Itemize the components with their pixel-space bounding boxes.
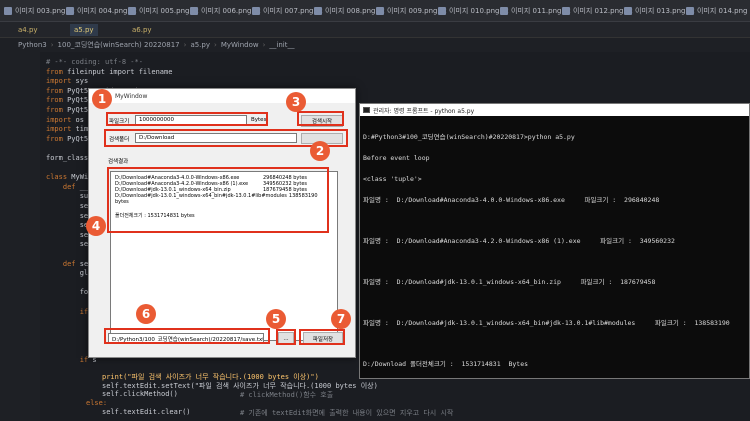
- line-gutter: [0, 52, 40, 421]
- annotation-box-save: [299, 329, 345, 345]
- console-output[interactable]: D:#Python3#100_코딩연습(winSearch)#20220817>…: [363, 120, 746, 375]
- badge-4: 4: [86, 216, 106, 236]
- badge-5: 5: [266, 309, 286, 329]
- breadcrumb-item[interactable]: MyWindow: [221, 41, 259, 49]
- console-line: <class 'tuple'>: [363, 175, 422, 183]
- badge-3: 3: [286, 92, 306, 112]
- image-file-icon: [128, 7, 136, 15]
- code-line: else:: [86, 399, 108, 407]
- image-tab[interactable]: 이미지 008.png×: [314, 3, 385, 19]
- image-tab[interactable]: 이미지 006.png×: [190, 3, 261, 19]
- tab-a5[interactable]: a5.py: [70, 24, 98, 36]
- code-line: import sys: [46, 77, 89, 86]
- code-comment: # 기존에 textEdit화면에 출력한 내용이 있으면 지우고 다시 시작: [240, 409, 454, 417]
- image-file-icon: [4, 7, 12, 15]
- console-file-row: 파일명 : D:/Download#Anaconda3-4.2.0-Window…: [363, 237, 675, 245]
- image-file-icon: [500, 7, 508, 15]
- dialog-title: MyWindow: [115, 92, 148, 100]
- image-tab[interactable]: 이미지 003.png×: [4, 3, 75, 19]
- image-tab-label: 이미지 011.png: [511, 7, 562, 15]
- image-tab-label: 이미지 007.png: [263, 7, 314, 15]
- image-tab[interactable]: 이미지 011.png×: [500, 3, 571, 19]
- image-tab-label: 이미지 010.png: [449, 7, 500, 15]
- image-tab-label: 이미지 008.png: [325, 7, 376, 15]
- code-line: self.clickMethod(): [102, 390, 178, 398]
- image-file-icon: [624, 7, 632, 15]
- console-icon: [363, 107, 370, 113]
- image-file-icon: [252, 7, 260, 15]
- code-comment: # clickMethod()함수 호출: [240, 391, 334, 399]
- image-tab-label: 이미지 006.png: [201, 7, 252, 15]
- tab-a6[interactable]: a6.py: [128, 24, 156, 36]
- console-title-bar[interactable]: 관리자: 명령 프롬프트 - python a5.py: [360, 104, 749, 116]
- breadcrumb-item[interactable]: Python3: [18, 41, 47, 49]
- image-tab-label: 이미지 014.png: [697, 7, 748, 15]
- image-file-icon: [66, 7, 74, 15]
- console-total-line: D:/Download 폴더전체크기 : 1531714831 Bytes: [363, 360, 529, 368]
- image-tab[interactable]: 이미지 010.png×: [438, 3, 509, 19]
- image-tab[interactable]: 이미지 013.png×: [624, 3, 695, 19]
- breadcrumb-item[interactable]: 100_코딩연습(winSearch) 20220817: [58, 40, 180, 50]
- tab-label: a4.py: [18, 26, 38, 34]
- tab-a4[interactable]: a4.py: [14, 24, 42, 36]
- tab-label: a6.py: [132, 26, 152, 34]
- image-tab-label: 이미지 012.png: [573, 7, 624, 15]
- annotation-box-browse: [276, 329, 296, 345]
- annotation-box-size: [106, 112, 268, 126]
- breadcrumb-item[interactable]: a5.py: [190, 41, 210, 49]
- image-tab[interactable]: 이미지 014.png×: [686, 3, 750, 19]
- image-tab[interactable]: 이미지 004.png×: [66, 3, 137, 19]
- result-label: 검색결과: [108, 159, 129, 165]
- code-line: from PyQt5.: [46, 96, 93, 105]
- annotation-box-result: [107, 167, 329, 233]
- image-file-icon: [438, 7, 446, 15]
- console-line: D:#Python3#100_코딩연습(winSearch)#20220817>…: [363, 133, 575, 141]
- badge-6: 6: [136, 304, 156, 324]
- image-tab-label: 이미지 003.png: [15, 7, 66, 15]
- image-tab-label: 이미지 005.png: [139, 7, 190, 15]
- code-line: # -*- coding: utf-8 -*-: [46, 58, 143, 66]
- annotation-box-savepath: [104, 328, 270, 344]
- image-tab[interactable]: 이미지 012.png×: [562, 3, 633, 19]
- dialog-title-bar[interactable]: MyWindow: [89, 89, 355, 103]
- badge-2: 2: [310, 141, 330, 161]
- image-tab[interactable]: 이미지 007.png×: [252, 3, 323, 19]
- breadcrumb-item[interactable]: __init__: [269, 41, 294, 49]
- image-tab-bar: 이미지 003.png×이미지 004.png×이미지 005.png×이미지 …: [0, 0, 750, 22]
- code-line: self.textEdit.clear(): [102, 408, 191, 416]
- image-file-icon: [314, 7, 322, 15]
- annotation-box-search: [297, 111, 344, 126]
- image-tab[interactable]: 이미지 005.png×: [128, 3, 199, 19]
- image-file-icon: [686, 7, 694, 15]
- breadcrumb: Python3 › 100_코딩연습(winSearch) 20220817 › a…: [0, 38, 750, 52]
- image-file-icon: [562, 7, 570, 15]
- image-tab-label: 이미지 013.png: [635, 7, 686, 15]
- image-file-icon: [376, 7, 384, 15]
- tab-label: a5.py: [74, 26, 94, 34]
- image-tab-label: 이미지 009.png: [387, 7, 438, 15]
- command-prompt-window[interactable]: 관리자: 명령 프롬프트 - python a5.py D:#Python3#1…: [359, 103, 750, 379]
- console-file-row: 파일명 : D:/Download#jdk-13.0.1_windows-x64…: [363, 319, 730, 327]
- console-file-row: 파일명 : D:/Download#jdk-13.0.1_windows-x64…: [363, 278, 656, 286]
- code-line: import time: [46, 125, 93, 134]
- image-file-icon: [190, 7, 198, 15]
- code-line: from fileinput import filename: [46, 67, 173, 76]
- badge-1: 1: [92, 89, 112, 109]
- image-tab-label: 이미지 004.png: [77, 7, 128, 15]
- code-line: from PyQt5.: [46, 134, 93, 143]
- code-line: from PyQt5.: [46, 106, 93, 114]
- code-line: import os: [46, 115, 84, 124]
- console-file-row: 파일명 : D:/Download#Anaconda3-4.0.0-Window…: [363, 196, 660, 204]
- badge-7: 7: [331, 309, 351, 329]
- file-tab-bar: a4.py a5.py a6.py: [0, 22, 750, 38]
- image-tab[interactable]: 이미지 009.png×: [376, 3, 447, 19]
- console-line: Before event loop: [363, 154, 430, 162]
- console-title: 관리자: 명령 프롬프트 - python a5.py: [373, 107, 475, 115]
